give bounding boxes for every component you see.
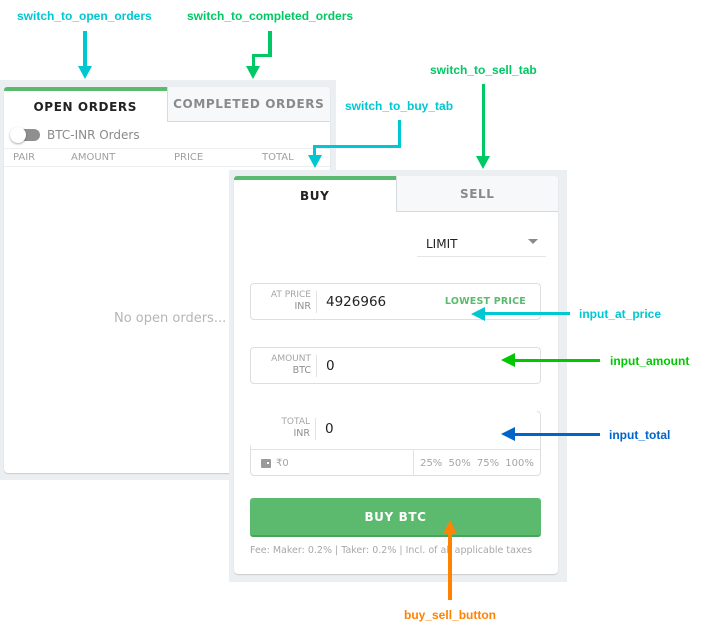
wallet-icon [261, 458, 271, 468]
annotation-arrow-line [252, 54, 272, 57]
order-type-value: LIMIT [426, 237, 458, 251]
total-field: TOTAL INR [250, 411, 539, 448]
annotation-arrowhead-icon [78, 66, 92, 79]
total-label-text: TOTAL [281, 417, 310, 427]
fee-note: Fee: Maker: 0.2% | Taker: 0.2% | Incl. o… [250, 545, 533, 556]
chevron-down-icon [528, 239, 538, 244]
amount-field: AMOUNT BTC [250, 347, 541, 384]
trade-panel-frame: BUY SELL LIMIT AT PRICE INR LOWEST PRICE… [229, 170, 567, 582]
tab-buy[interactable]: BUY [234, 176, 396, 212]
annotation-switch-to-buy-tab: switch_to_buy_tab [345, 99, 454, 113]
trade-tabs: BUY SELL [234, 176, 558, 212]
annotation-switch-to-open-orders: switch_to_open_orders [17, 9, 152, 23]
tab-sell[interactable]: SELL [395, 176, 558, 212]
buy-button[interactable]: BUY BTC [250, 498, 541, 537]
total-field-label: TOTAL INR [250, 417, 310, 439]
percent-25-button[interactable]: 25% [420, 458, 442, 469]
orders-table-header: PAIR AMOUNT PRICE TOTAL [4, 148, 330, 167]
total-unit: INR [293, 428, 310, 439]
percent-options: 25% 50% 75% 100% [414, 450, 540, 476]
annotation-switch-to-sell-tab: switch_to_sell_tab [430, 63, 537, 77]
pair-filter-row: BTC-INR Orders [4, 122, 330, 148]
annotation-arrow-line [482, 84, 485, 158]
annotation-arrow-line [398, 120, 401, 148]
annotation-arrowhead-icon [471, 307, 485, 321]
wallet-balance: ₹0 [251, 450, 414, 476]
field-divider [315, 418, 316, 440]
total-field-group: TOTAL INR ₹0 25% 50% 75% 100% [250, 411, 541, 476]
amount-input[interactable] [326, 358, 446, 374]
annotation-arrowhead-icon [501, 427, 515, 441]
wallet-balance-value: ₹0 [276, 457, 289, 469]
order-type-select[interactable]: LIMIT [417, 228, 546, 257]
field-divider [316, 291, 317, 313]
pair-filter-label: BTC-INR Orders [47, 128, 140, 142]
percent-50-button[interactable]: 50% [448, 458, 470, 469]
annotation-arrowhead-icon [501, 353, 515, 367]
column-header-price: PRICE [174, 152, 204, 163]
annotation-arrowhead-icon [443, 520, 457, 534]
annotation-arrow-line [313, 145, 401, 148]
annotation-input-amount: input_amount [610, 354, 690, 368]
price-unit: INR [294, 301, 311, 312]
price-label-text: AT PRICE [270, 290, 311, 300]
annotation-arrow-line [514, 433, 600, 436]
annotation-input-at-price: input_at_price [579, 307, 662, 321]
annotation-switch-to-completed-orders: switch_to_completed_orders [187, 9, 354, 23]
annotation-arrowhead-icon [476, 156, 490, 169]
pair-filter-toggle[interactable] [10, 127, 40, 143]
annotation-arrow-line [83, 31, 87, 67]
annotation-arrow-line [448, 533, 452, 600]
annotation-arrow-line [484, 312, 570, 315]
tab-completed-orders[interactable]: COMPLETED ORDERS [166, 87, 330, 122]
column-header-pair: PAIR [13, 152, 36, 163]
trade-panel: BUY SELL LIMIT AT PRICE INR LOWEST PRICE… [234, 176, 558, 574]
field-divider [316, 355, 317, 377]
annotation-arrow-line [514, 359, 600, 362]
annotation-input-total: input_total [609, 428, 671, 442]
price-input[interactable] [326, 294, 446, 310]
annotation-arrowhead-icon [308, 155, 322, 168]
orders-tabs: OPEN ORDERS COMPLETED ORDERS [4, 87, 330, 122]
column-header-amount: AMOUNT [71, 152, 116, 163]
balance-row: ₹0 25% 50% 75% 100% [251, 449, 540, 476]
column-header-total: TOTAL [262, 152, 294, 163]
empty-orders-message: No open orders... [114, 311, 227, 326]
toggle-knob [10, 127, 26, 143]
total-input[interactable] [325, 421, 445, 437]
annotation-buy-sell-button: buy_sell_button [404, 608, 497, 622]
annotation-arrowhead-icon [246, 66, 260, 79]
percent-100-button[interactable]: 100% [505, 458, 534, 469]
amount-label-text: AMOUNT [271, 354, 311, 364]
amount-field-label: AMOUNT BTC [251, 354, 311, 376]
percent-75-button[interactable]: 75% [477, 458, 499, 469]
tab-open-orders[interactable]: OPEN ORDERS [4, 87, 167, 122]
price-field-label: AT PRICE INR [251, 290, 311, 312]
amount-unit: BTC [292, 365, 311, 376]
lowest-price-button[interactable]: LOWEST PRICE [445, 296, 526, 307]
